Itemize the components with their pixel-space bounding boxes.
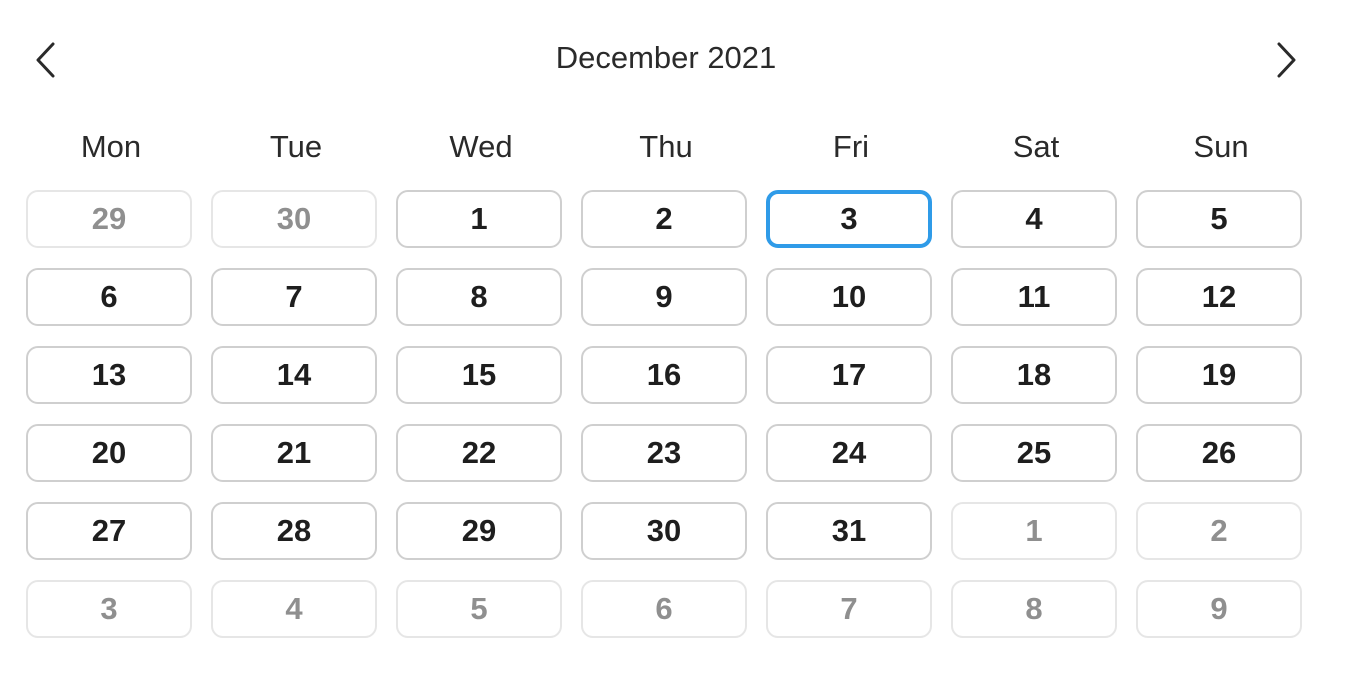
day-cell-outside-month[interactable]: 30	[211, 190, 377, 248]
day-cell-outside-month[interactable]: 2	[1136, 502, 1302, 560]
day-cell[interactable]: 25	[951, 424, 1117, 482]
day-cell[interactable]: 1	[396, 190, 562, 248]
day-grid: 29 30 1 2 3 4 5 6 7 8 9 10 11 12 13 14 15 16 17 18 19 20 21 22 2…	[26, 190, 1306, 642]
next-month-button[interactable]	[1264, 38, 1308, 82]
day-cell[interactable]: 17	[766, 346, 932, 404]
day-cell-outside-month[interactable]: 5	[396, 580, 562, 638]
day-cell[interactable]: 13	[26, 346, 192, 404]
calendar-header: December 2021	[0, 0, 1354, 115]
day-cell[interactable]: 21	[211, 424, 377, 482]
day-cell[interactable]: 12	[1136, 268, 1302, 326]
weekday-header-row: Mon Tue Wed Thu Fri Sat Sun	[26, 125, 1306, 169]
day-cell-selected[interactable]: 3	[766, 190, 932, 248]
day-cell[interactable]: 14	[211, 346, 377, 404]
day-cell[interactable]: 18	[951, 346, 1117, 404]
day-cell[interactable]: 19	[1136, 346, 1302, 404]
weekday-thu: Thu	[639, 129, 693, 164]
weekday-sun: Sun	[1193, 129, 1249, 164]
day-cell[interactable]: 31	[766, 502, 932, 560]
day-cell-outside-month[interactable]: 1	[951, 502, 1117, 560]
day-cell[interactable]: 26	[1136, 424, 1302, 482]
day-cell[interactable]: 28	[211, 502, 377, 560]
day-cell-outside-month[interactable]: 9	[1136, 580, 1302, 638]
day-cell[interactable]: 27	[26, 502, 192, 560]
day-cell[interactable]: 10	[766, 268, 932, 326]
day-cell-outside-month[interactable]: 6	[581, 580, 747, 638]
day-cell[interactable]: 24	[766, 424, 932, 482]
day-cell[interactable]: 29	[396, 502, 562, 560]
day-cell-outside-month[interactable]: 4	[211, 580, 377, 638]
day-cell-outside-month[interactable]: 8	[951, 580, 1117, 638]
chevron-right-icon	[1277, 42, 1296, 78]
day-cell[interactable]: 16	[581, 346, 747, 404]
day-cell[interactable]: 2	[581, 190, 747, 248]
day-cell[interactable]: 9	[581, 268, 747, 326]
day-cell[interactable]: 7	[211, 268, 377, 326]
day-cell[interactable]: 5	[1136, 190, 1302, 248]
day-cell-outside-month[interactable]: 29	[26, 190, 192, 248]
weekday-wed: Wed	[449, 129, 513, 164]
month-title: December 2021	[555, 40, 777, 75]
weekday-tue: Tue	[269, 129, 323, 164]
day-cell[interactable]: 11	[951, 268, 1117, 326]
day-cell[interactable]: 22	[396, 424, 562, 482]
day-cell[interactable]: 8	[396, 268, 562, 326]
day-cell[interactable]: 23	[581, 424, 747, 482]
day-cell-outside-month[interactable]: 7	[766, 580, 932, 638]
day-cell-outside-month[interactable]: 3	[26, 580, 192, 638]
weekday-fri: Fri	[832, 129, 870, 164]
day-cell[interactable]: 20	[26, 424, 192, 482]
day-cell[interactable]: 30	[581, 502, 747, 560]
weekday-sat: Sat	[1012, 129, 1060, 164]
weekday-mon: Mon	[80, 129, 142, 164]
day-cell[interactable]: 6	[26, 268, 192, 326]
day-cell[interactable]: 4	[951, 190, 1117, 248]
day-cell[interactable]: 15	[396, 346, 562, 404]
